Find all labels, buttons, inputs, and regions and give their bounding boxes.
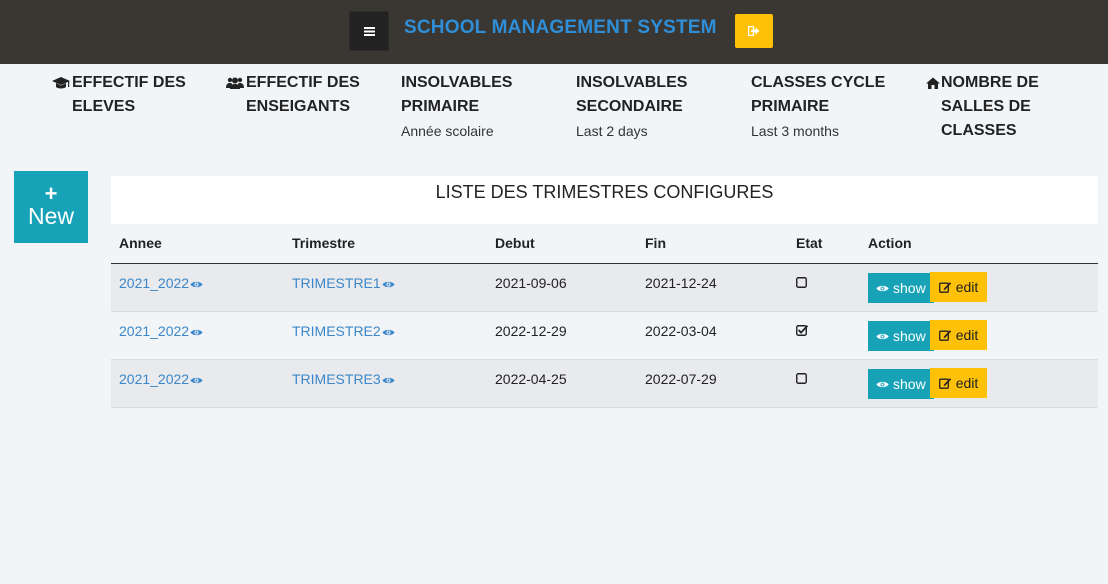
eye-icon — [190, 281, 203, 287]
table-title: LISTE DES TRIMESTRES CONFIGURES — [435, 182, 774, 202]
new-button[interactable]: + New — [14, 171, 88, 243]
bars-icon — [363, 26, 375, 36]
stat-classes-cycle-primaire: CLASSES CYCLE PRIMAIRE Last 3 months — [751, 71, 885, 140]
trimestre-link[interactable]: TRIMESTRE2 — [292, 323, 395, 339]
table-header-row: Annee Trimestre Debut Fin Etat Action — [111, 224, 1098, 264]
fin-cell: 2022-03-04 — [637, 311, 788, 360]
table-row: 2021_2022 TRIMESTRE1 2021-09-06 2021-12-… — [111, 263, 1098, 312]
trimestre-link[interactable]: TRIMESTRE1 — [292, 275, 395, 291]
stat-subtitle: Last 3 months — [751, 123, 839, 139]
edit-button[interactable]: edit — [929, 319, 988, 350]
eye-icon — [190, 329, 203, 335]
fin-cell: 2022-07-29 — [637, 359, 788, 408]
column-header-action: Action — [860, 224, 1098, 264]
table-row: 2021_2022 TRIMESTRE2 2022-12-29 2022-03-… — [111, 311, 1098, 360]
eye-icon — [876, 285, 889, 291]
stat-insolvables-primaire: INSOLVABLES PRIMAIRE Année scolaire — [401, 71, 512, 140]
users-icon — [226, 71, 246, 95]
stat-effectif-enseignants: EFFECTIF DES ENSEIGANTS — [226, 71, 360, 119]
table-card-header: LISTE DES TRIMESTRES CONFIGURES — [111, 176, 1098, 224]
edit-icon — [938, 329, 951, 341]
edit-button[interactable]: edit — [929, 271, 988, 302]
edit-button[interactable]: edit — [929, 367, 988, 398]
eye-icon — [876, 381, 889, 387]
column-header-annee: Annee — [111, 224, 284, 264]
stat-label: EFFECTIF DES ENSEIGANTS — [246, 74, 360, 115]
column-header-fin: Fin — [637, 224, 788, 264]
debut-cell: 2022-04-25 — [487, 359, 637, 408]
eye-icon — [382, 377, 395, 383]
logout-button[interactable] — [735, 14, 773, 48]
stat-effectif-eleves: EFFECTIF DES ELEVES — [52, 71, 186, 119]
sign-out-icon — [748, 26, 760, 36]
show-button[interactable]: show — [868, 369, 934, 399]
show-button[interactable]: show — [868, 273, 934, 303]
stat-label: EFFECTIF DES ELEVES — [72, 74, 186, 115]
debut-cell: 2022-12-29 — [487, 311, 637, 360]
unchecked-box-icon — [796, 275, 807, 291]
stat-subtitle: Last 2 days — [576, 123, 648, 139]
column-header-etat: Etat — [788, 224, 860, 264]
stat-label: CLASSES CYCLE PRIMAIRE — [751, 74, 886, 115]
plus-icon: + — [44, 181, 58, 206]
eye-icon — [876, 333, 889, 339]
home-icon — [926, 71, 941, 95]
debut-cell: 2021-09-06 — [487, 263, 637, 312]
trimestre-link[interactable]: TRIMESTRE3 — [292, 371, 395, 387]
menu-toggle-button[interactable] — [349, 11, 389, 51]
unchecked-box-icon — [796, 371, 807, 387]
stat-label: NOMBRE DE SALLES DE CLASSES — [941, 74, 1039, 139]
checked-box-icon — [796, 323, 809, 339]
trimestres-table: Annee Trimestre Debut Fin Etat Action 20… — [111, 224, 1098, 408]
eye-icon — [190, 377, 203, 383]
eye-icon — [382, 281, 395, 287]
stat-subtitle: Année scolaire — [401, 123, 494, 139]
stat-insolvables-secondaire: INSOLVABLES SECONDAIRE Last 2 days — [576, 71, 687, 140]
fin-cell: 2021-12-24 — [637, 263, 788, 312]
annee-link[interactable]: 2021_2022 — [119, 371, 203, 387]
stat-label: INSOLVABLES PRIMAIRE — [401, 74, 513, 115]
stat-nombre-salles: NOMBRE DE SALLES DE CLASSES — [926, 71, 1039, 143]
annee-link[interactable]: 2021_2022 — [119, 275, 203, 291]
table-row: 2021_2022 TRIMESTRE3 2022-04-25 2022-07-… — [111, 359, 1098, 408]
graduation-cap-icon — [52, 71, 72, 95]
edit-icon — [938, 377, 951, 389]
app-title[interactable]: SCHOOL MANAGEMENT SYSTEM — [404, 17, 717, 39]
show-button[interactable]: show — [868, 321, 934, 351]
edit-icon — [938, 281, 951, 293]
annee-link[interactable]: 2021_2022 — [119, 323, 203, 339]
new-button-label: New — [27, 203, 74, 229]
eye-icon — [382, 329, 395, 335]
top-navbar: SCHOOL MANAGEMENT SYSTEM — [0, 0, 1108, 64]
column-header-debut: Debut — [487, 224, 637, 264]
column-header-trimestre: Trimestre — [284, 224, 487, 264]
stat-label: INSOLVABLES SECONDAIRE — [576, 74, 688, 115]
